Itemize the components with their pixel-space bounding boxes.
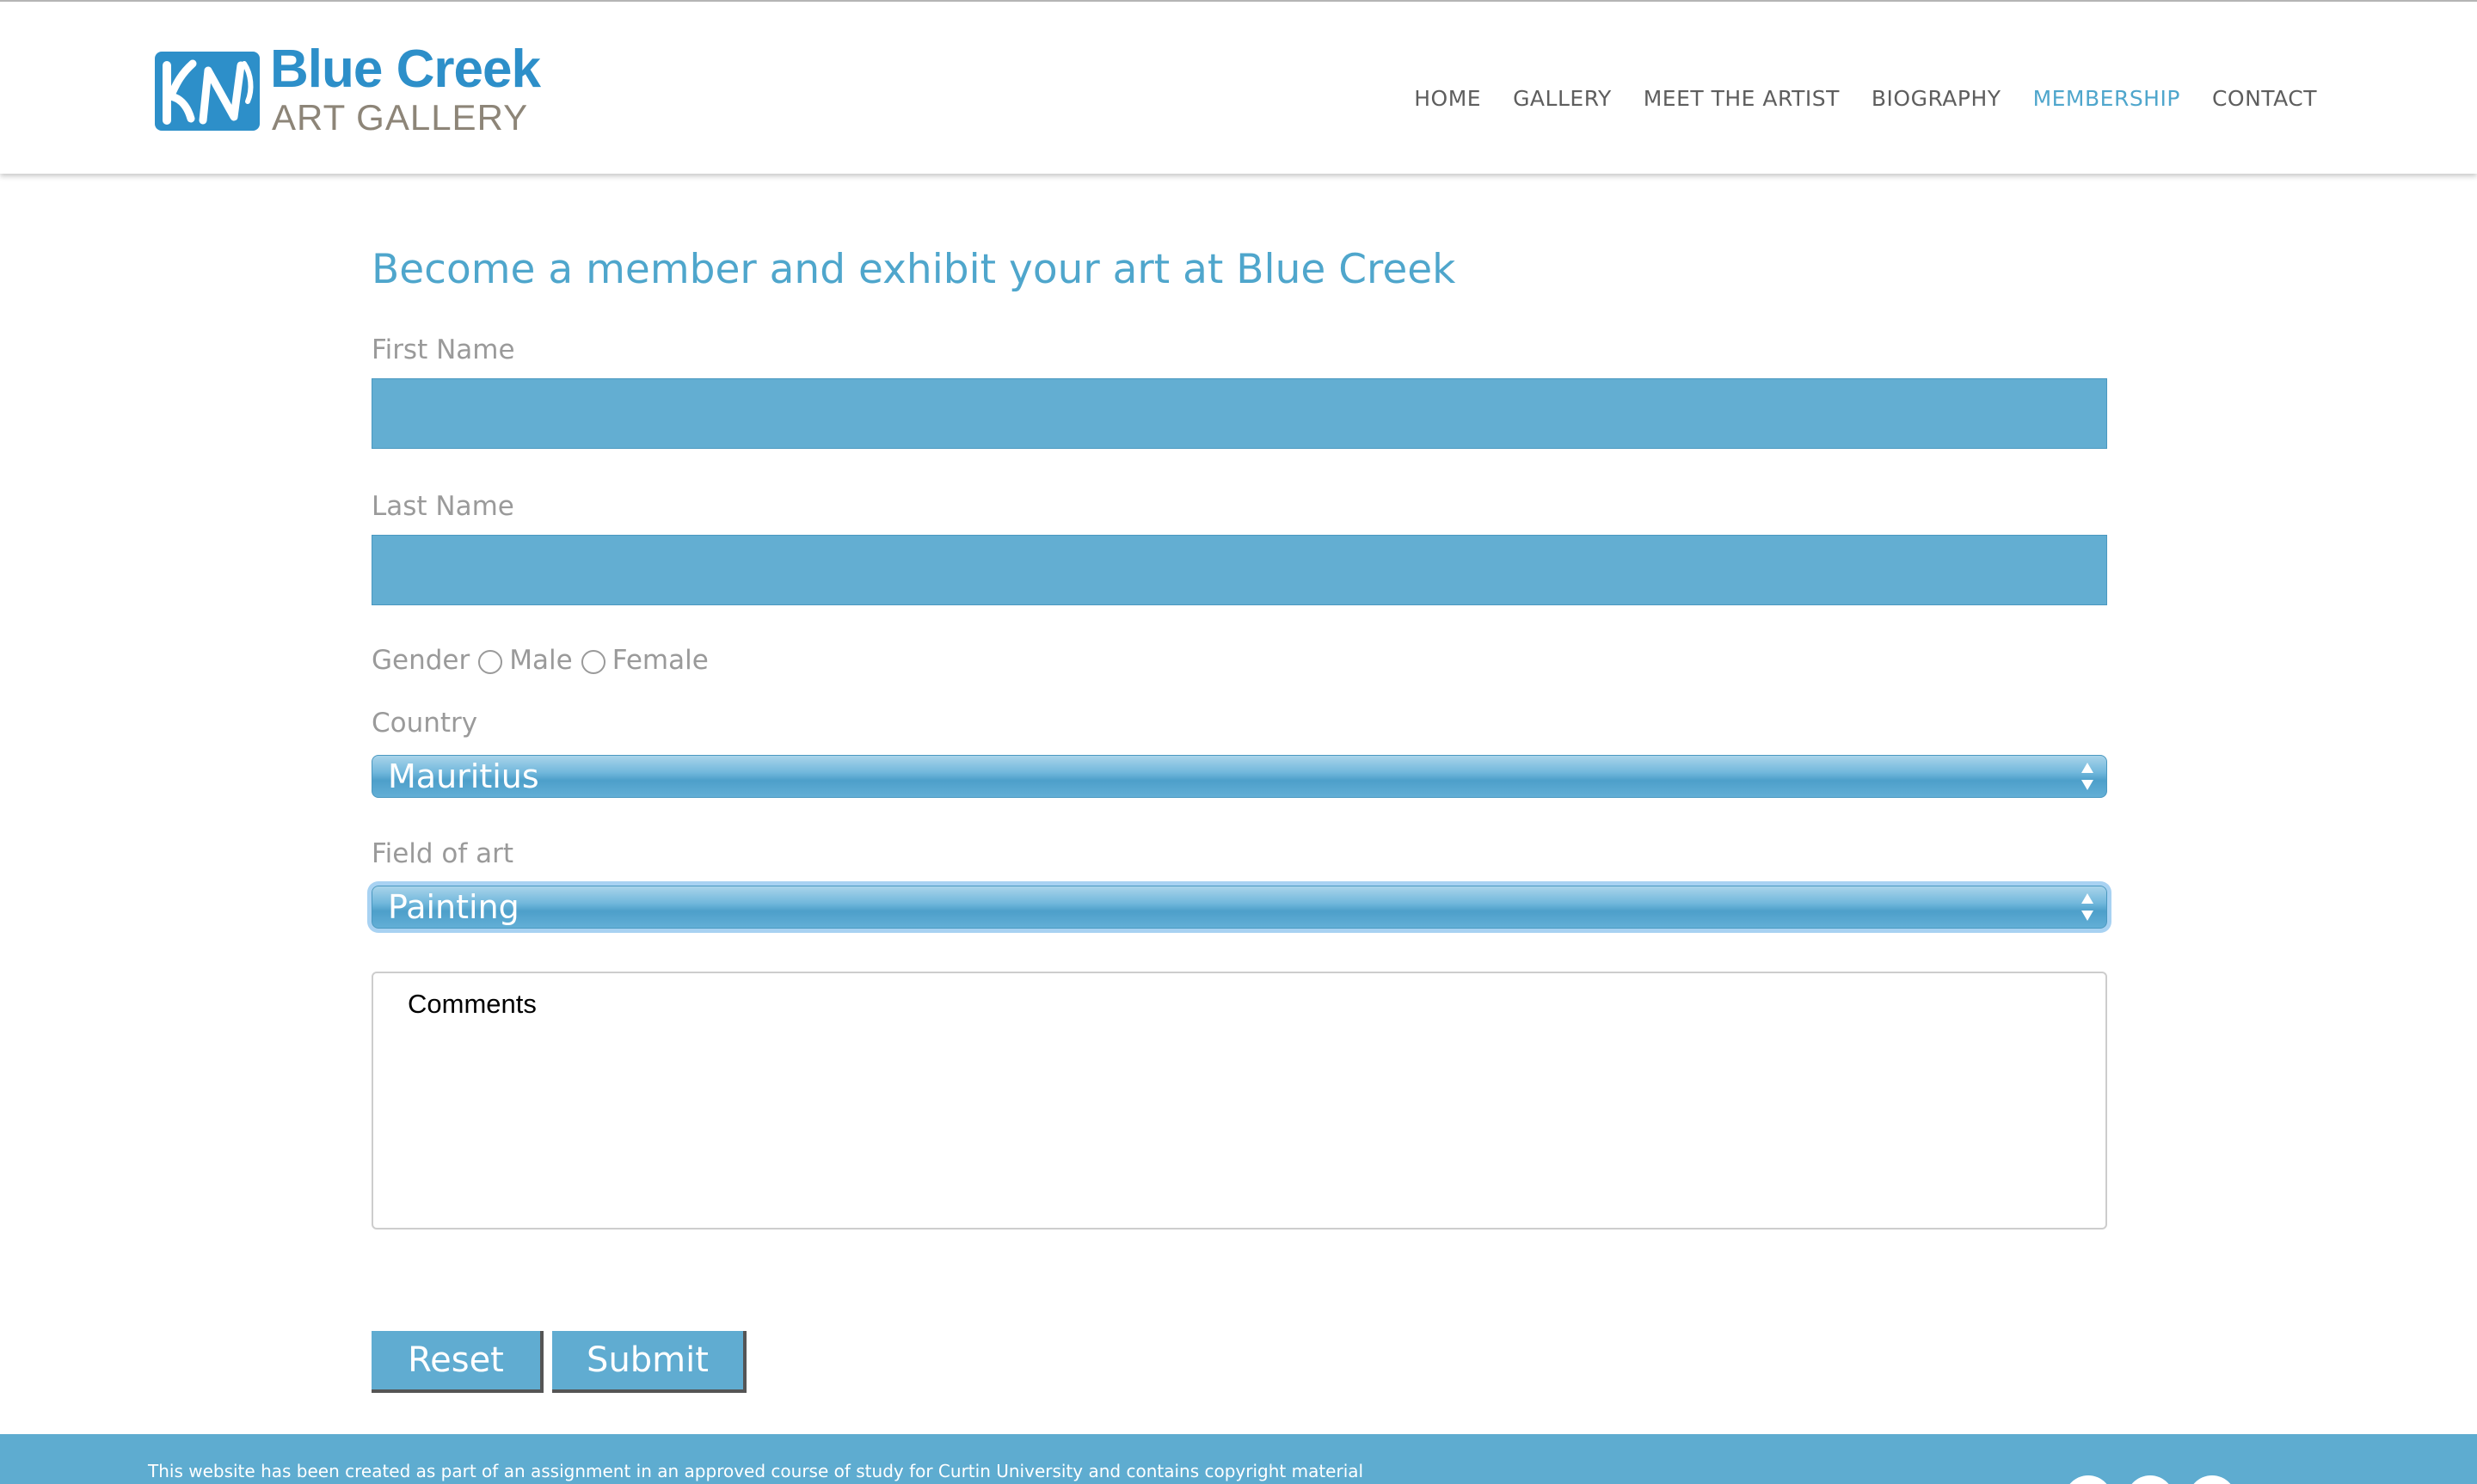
field-of-art-select[interactable]: Painting (372, 886, 2107, 929)
last-name-label: Last Name (372, 491, 514, 522)
site-footer: This website has been created as part of… (0, 1434, 2477, 1484)
country-label: Country (372, 708, 478, 739)
footer-copyright-text: This website has been created as part of… (148, 1461, 1364, 1484)
gender-group: Gender Male Female (372, 647, 709, 674)
page-title: Become a member and exhibit your art at … (372, 246, 1456, 293)
comments-textarea[interactable]: Comments (372, 972, 2107, 1230)
social-icon[interactable] (2126, 1475, 2174, 1484)
gender-label: Gender (372, 644, 470, 676)
select-arrows-icon (2081, 763, 2093, 790)
main-nav: HOME GALLERY MEET THE ARTIST BIOGRAPHY M… (1414, 88, 2317, 109)
gender-male-label[interactable]: Male (509, 647, 572, 674)
nav-biography[interactable]: BIOGRAPHY (1872, 88, 2001, 109)
select-arrows-icon (2081, 893, 2093, 921)
country-select[interactable]: Mauritius (372, 755, 2107, 798)
logo-name: Blue Creek (270, 40, 541, 99)
submit-button[interactable]: Submit (552, 1331, 747, 1393)
social-icon[interactable] (2188, 1475, 2236, 1484)
first-name-label: First Name (372, 334, 515, 365)
last-name-input[interactable] (372, 535, 2107, 605)
gender-female-label[interactable]: Female (612, 647, 709, 674)
nav-meet-the-artist[interactable]: MEET THE ARTIST (1644, 88, 1840, 109)
social-icon[interactable] (2064, 1475, 2112, 1484)
gender-female-radio[interactable] (581, 650, 605, 674)
country-selected-value: Mauritius (388, 757, 539, 795)
nav-gallery[interactable]: GALLERY (1513, 88, 1612, 109)
site-logo[interactable]: Blue Creek ART GALLERY (151, 43, 541, 138)
logo-subtitle: ART GALLERY (272, 97, 529, 138)
nav-membership[interactable]: MEMBERSHIP (2033, 88, 2180, 109)
reset-button[interactable]: Reset (372, 1331, 544, 1393)
field-of-art-label: Field of art (372, 838, 514, 869)
nav-home[interactable]: HOME (1414, 88, 1481, 109)
nav-contact[interactable]: CONTACT (2212, 88, 2317, 109)
logo-mark-icon (155, 52, 260, 131)
first-name-input[interactable] (372, 378, 2107, 449)
field-of-art-selected-value: Painting (388, 888, 519, 926)
gender-male-radio[interactable] (478, 650, 503, 674)
site-header: Blue Creek ART GALLERY HOME GALLERY MEET… (0, 0, 2477, 174)
comments-placeholder: Comments (408, 989, 537, 1019)
